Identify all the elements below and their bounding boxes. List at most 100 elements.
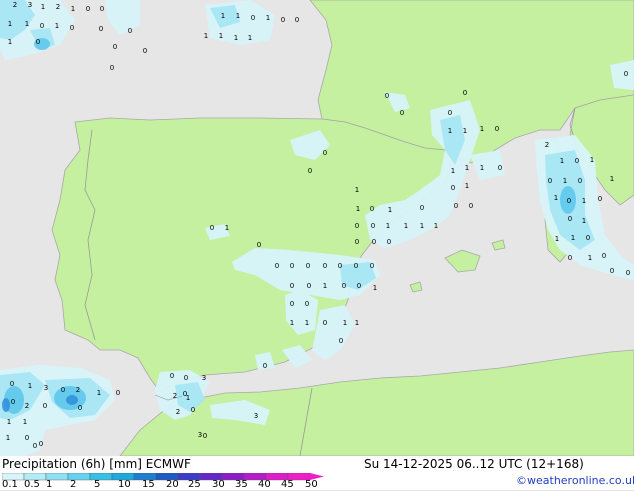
precip-value-label: 0: [36, 38, 40, 46]
precip-value-label: 0: [548, 177, 552, 185]
precip-value-label: 0: [210, 224, 214, 232]
precip-value-label: 0: [575, 157, 579, 165]
credit-link[interactable]: ©weatheronline.co.uk: [516, 474, 634, 487]
precip-value-label: 1: [554, 194, 558, 202]
precip-value-label: 1: [588, 254, 592, 262]
precip-value-label: 0: [251, 14, 255, 22]
legend-labels: 0.1 0.5 1 2 5 10 15 20 25 30 35 40 45 50: [0, 479, 340, 491]
precip-value-label: 1: [373, 284, 377, 292]
precip-value-label: 1: [248, 34, 252, 42]
precip-value-label: 0: [11, 398, 15, 406]
precip-value-label: 0: [469, 202, 473, 210]
precip-value-label: 0: [578, 177, 582, 185]
precip-value-label: 0: [78, 404, 82, 412]
precip-value-label: 0: [10, 380, 14, 388]
precip-value-label: 1: [7, 418, 11, 426]
precip-value-label: 0: [281, 16, 285, 24]
precip-value-label: 1: [563, 177, 567, 185]
precip-value-label: 1: [480, 125, 484, 133]
precip-value-label: 0: [191, 406, 195, 414]
precip-value-label: 1: [356, 205, 360, 213]
precip-value-label: 0: [567, 197, 571, 205]
legend-tick-label: 25: [188, 479, 201, 490]
precip-value-label: 2: [173, 392, 177, 400]
precip-value-label: 0: [257, 241, 261, 249]
legend-tick-label: 40: [258, 479, 271, 490]
precip-value-label: 1: [8, 38, 12, 46]
precip-value-label: 1: [590, 156, 594, 164]
precip-value-label: 3: [198, 431, 202, 439]
precip-value-label: 0: [339, 337, 343, 345]
precip-value-label: 1: [221, 12, 225, 20]
precip-value-label: 0: [598, 195, 602, 203]
precip-value-label: 1: [219, 32, 223, 40]
precip-value-label: 0: [323, 319, 327, 327]
precip-value-label: 0: [33, 442, 37, 450]
precip-value-label: 3: [28, 1, 32, 9]
precip-value-label: 0: [370, 262, 374, 270]
precip-value-label: 0: [306, 262, 310, 270]
precip-value-label: 0: [454, 202, 458, 210]
precip-value-label: 1: [266, 14, 270, 22]
precip-value-label: 1: [451, 167, 455, 175]
precip-value-label: 0: [100, 5, 104, 13]
precip-value-label: 2: [56, 3, 60, 11]
precip-value-label: 2: [25, 402, 29, 410]
precip-value-label: 0: [602, 252, 606, 260]
precip-value-label: 1: [305, 319, 309, 327]
precip-value-label: 1: [28, 382, 32, 390]
precip-value-label: 0: [586, 234, 590, 242]
precip-value-label: 0: [323, 149, 327, 157]
precip-value-label: 0: [25, 434, 29, 442]
legend-tick-label: 45: [281, 479, 294, 490]
precip-value-label: 0: [40, 22, 44, 30]
precip-value-label: 0: [263, 362, 267, 370]
precip-value-label: 2: [545, 141, 549, 149]
precip-value-label: 1: [71, 5, 75, 13]
precip-value-label: 0: [355, 238, 359, 246]
precip-value-label: 1: [465, 182, 469, 190]
precip-value-label: 2: [13, 1, 17, 9]
precip-value-label: 1: [404, 222, 408, 230]
precip-value-label: 1: [355, 319, 359, 327]
precip-value-label: 0: [357, 282, 361, 290]
precip-value-label: 1: [23, 418, 27, 426]
precip-value-label: 0: [568, 254, 572, 262]
precip-value-label: 0: [307, 282, 311, 290]
precip-value-label: 0: [463, 89, 467, 97]
precip-value-label: 2: [76, 386, 80, 394]
precip-value-label: 0: [626, 269, 630, 277]
precip-value-label: 1: [55, 22, 59, 30]
precip-value-label: 0: [295, 16, 299, 24]
precip-value-label: 0: [170, 372, 174, 380]
precip-value-label: 1: [555, 235, 559, 243]
precip-value-label: 0: [113, 43, 117, 51]
precip-value-label: 0: [308, 167, 312, 175]
precip-value-label: 0: [275, 262, 279, 270]
legend-tick-label: 35: [235, 479, 248, 490]
precip-value-label: 0: [498, 164, 502, 172]
precip-value-label: 0: [116, 389, 120, 397]
precip-value-label: 1: [234, 34, 238, 42]
legend-tick-label: 20: [166, 479, 179, 490]
precip-value-label: 1: [434, 222, 438, 230]
precip-value-label: 1: [8, 20, 12, 28]
precip-value-label: 1: [323, 282, 327, 290]
precip-value-label: 0: [110, 64, 114, 72]
map-title: Precipitation (6h) [mm] ECMWF: [2, 457, 191, 471]
precip-value-label: 1: [465, 164, 469, 172]
precip-value-label: 0: [370, 205, 374, 213]
precip-value-label: 1: [480, 164, 484, 172]
precip-value-label: 3: [254, 412, 258, 420]
precip-value-label: 1: [610, 175, 614, 183]
precip-value-label: 0: [354, 262, 358, 270]
precip-value-label: 1: [343, 319, 347, 327]
precip-value-label: 0: [203, 432, 207, 440]
precip-value-label: 0: [184, 374, 188, 382]
precip-value-label: 0: [290, 262, 294, 270]
precip-value-label: 1: [355, 186, 359, 194]
precip-value-label: 1: [388, 206, 392, 214]
precip-value-label: 0: [495, 125, 499, 133]
precip-value-label: 2: [176, 408, 180, 416]
precip-value-label: 0: [355, 222, 359, 230]
